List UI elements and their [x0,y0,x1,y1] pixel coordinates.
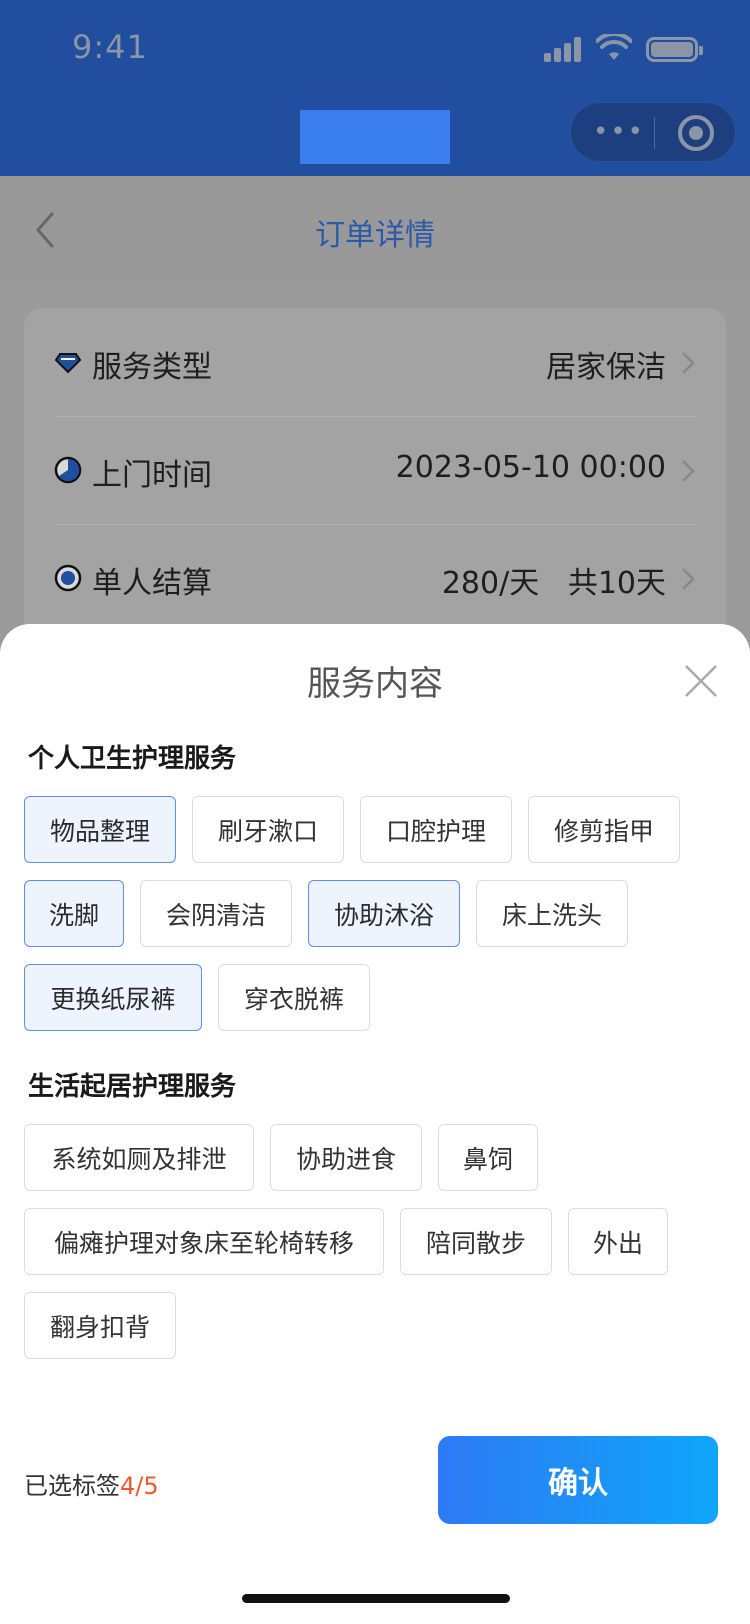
battery-icon [646,37,703,62]
service-tag[interactable]: 协助进食 [270,1124,422,1191]
service-tag[interactable]: 修剪指甲 [528,796,680,863]
chevron-right-icon [682,460,695,482]
signal-icon [544,36,582,62]
service-tag[interactable]: 洗脚 [24,880,124,947]
title-placeholder [300,110,450,164]
sheet-title: 服务内容 [307,664,443,704]
section-title-personal-hygiene: 个人卫生护理服务 [28,744,237,774]
home-indicator [242,1594,510,1603]
diamond-icon [54,353,82,374]
selected-count: 4/5 [120,1472,159,1500]
order-row-label: 单人结算 [92,566,212,601]
wifi-icon [596,34,632,60]
service-tag[interactable]: 床上洗头 [476,880,628,947]
order-row-settlement[interactable]: 单人结算 280/天 共10天 [54,524,696,632]
service-tag[interactable]: 协助沐浴 [308,880,460,947]
nav-bar: 订单详情 [0,176,750,284]
selected-count-info: 已选标签4/5 [24,1466,159,1501]
order-row-service-type[interactable]: 服务类型 居家保洁 [54,308,696,416]
service-tag[interactable]: 刷牙漱口 [192,796,344,863]
status-time: 9:41 [72,28,148,66]
confirm-button[interactable]: 确认 [438,1436,718,1524]
order-row-value: 居家保洁 [546,350,666,385]
close-target-icon[interactable] [678,115,714,151]
order-row-label: 服务类型 [92,350,212,385]
section-title-daily-living: 生活起居护理服务 [28,1072,237,1102]
service-content-sheet: 服务内容 个人卫生护理服务 物品整理 刷牙漱口 口腔护理 修剪指甲 洗脚 会阴清… [0,624,750,1624]
clock-icon [54,456,82,484]
service-tag[interactable]: 口腔护理 [360,796,512,863]
service-tag[interactable]: 外出 [568,1208,668,1275]
service-tag[interactable]: 翻身扣背 [24,1292,176,1359]
order-row-value: 2023-05-10 00:00 [395,450,666,485]
status-bar: 9:41 ••• [0,0,750,176]
coin-icon [54,564,82,592]
selected-label: 已选标签 [24,1472,120,1500]
mini-program-capsule[interactable]: ••• [570,102,736,162]
page-title: 订单详情 [315,218,435,253]
service-tag[interactable]: 更换纸尿裤 [24,964,202,1031]
chevron-right-icon [682,352,695,374]
service-tag[interactable]: 会阴清洁 [140,880,292,947]
order-row-label: 上门时间 [92,458,212,493]
close-icon[interactable] [684,664,718,698]
service-tag[interactable]: 穿衣脱裤 [218,964,370,1031]
service-tag[interactable]: 陪同散步 [400,1208,552,1275]
service-tag[interactable]: 系统如厕及排泄 [24,1124,254,1191]
service-tag[interactable]: 鼻饲 [438,1124,538,1191]
service-tag[interactable]: 偏瘫护理对象床至轮椅转移 [24,1208,384,1275]
order-row-visit-time[interactable]: 上门时间 2023-05-10 00:00 [54,416,696,524]
more-icon[interactable]: ••• [593,116,643,148]
chevron-right-icon [682,568,695,590]
capsule-divider [654,117,655,149]
order-row-value: 280/天 共10天 [441,566,666,601]
service-tag[interactable]: 物品整理 [24,796,176,863]
